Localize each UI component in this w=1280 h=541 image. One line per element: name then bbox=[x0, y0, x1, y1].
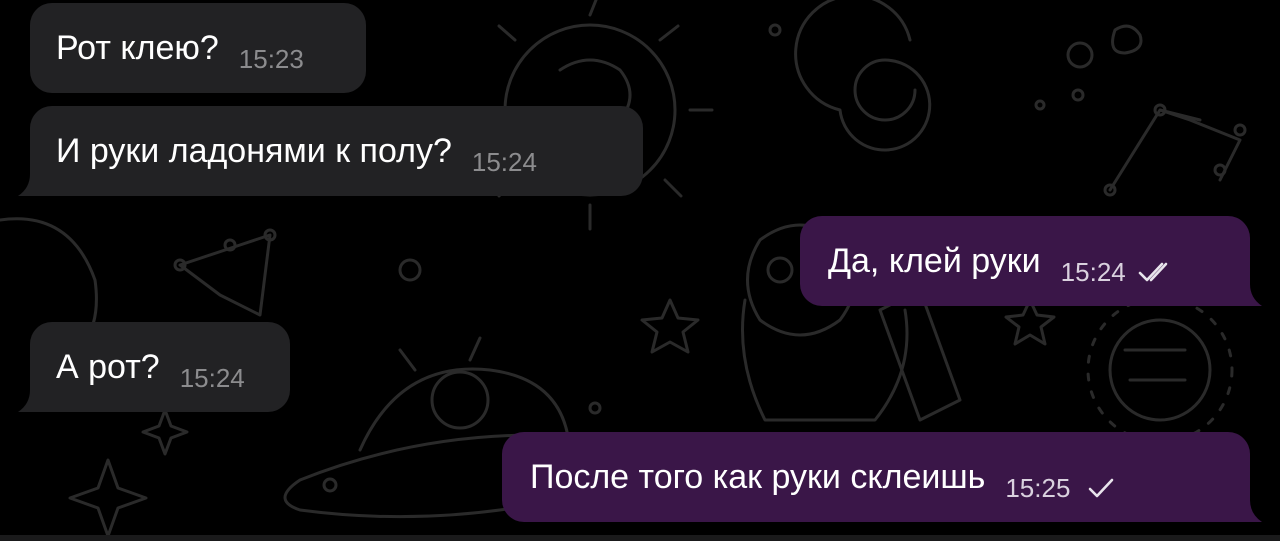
bottom-divider bbox=[0, 535, 1280, 541]
message-time: 15:25 bbox=[1005, 473, 1071, 503]
message-text: Рот клею? bbox=[56, 29, 219, 67]
chat-view[interactable]: Рот клею? 15:23 И руки ладонями к полу? … bbox=[0, 0, 1280, 541]
message-meta: 15:25 bbox=[1005, 473, 1118, 503]
bubble-tail-icon bbox=[1244, 284, 1262, 306]
message-time: 15:23 bbox=[238, 44, 304, 74]
message-time: 15:24 bbox=[471, 147, 537, 177]
incoming-message[interactable]: А рот? 15:24 bbox=[18, 322, 290, 412]
message-meta: 15:23 bbox=[239, 44, 304, 74]
message-text: И руки ладонями к полу? bbox=[56, 132, 452, 170]
incoming-message[interactable]: И руки ладонями к полу? 15:24 bbox=[18, 106, 643, 196]
double-check-icon bbox=[1138, 262, 1168, 282]
message-time: 15:24 bbox=[179, 363, 245, 393]
message-meta: 15:24 bbox=[1061, 257, 1174, 287]
message-meta: 15:24 bbox=[180, 363, 245, 393]
message-text: Да, клей руки bbox=[828, 242, 1041, 280]
outgoing-message[interactable]: Да, клей руки 15:24 bbox=[800, 216, 1262, 306]
message-text: После того как руки склеишь bbox=[530, 458, 986, 496]
message-meta: 15:24 bbox=[472, 147, 537, 177]
bubble-tail-icon bbox=[18, 390, 36, 412]
message-time: 15:24 bbox=[1060, 257, 1126, 287]
message-text: А рот? bbox=[56, 348, 160, 386]
incoming-message[interactable]: Рот клею? 15:23 bbox=[30, 3, 366, 93]
single-check-icon bbox=[1089, 478, 1114, 498]
bubble-tail-icon bbox=[1244, 500, 1262, 522]
bubble-tail-icon bbox=[18, 174, 36, 196]
outgoing-message[interactable]: После того как руки склеишь 15:25 bbox=[502, 432, 1262, 522]
